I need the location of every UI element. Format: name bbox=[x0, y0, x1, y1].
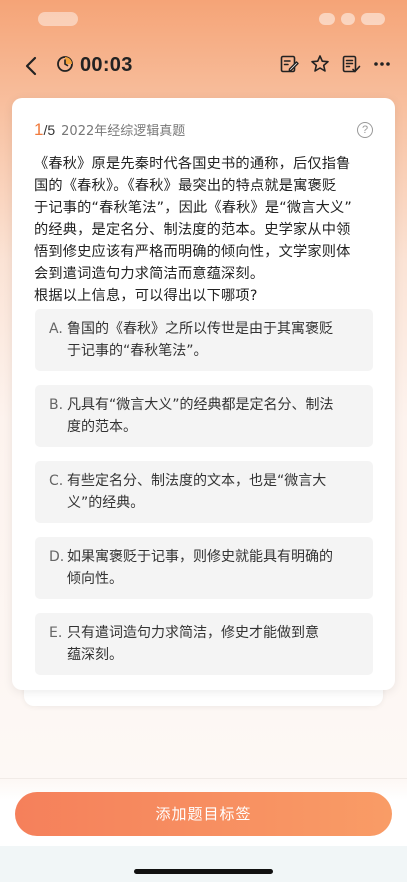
stem-line: 于记事的“春秋笔法”，因此《春秋》是“微言大义” bbox=[34, 200, 352, 216]
option-line: 如果寓褒贬于记事，则修史就能具有明确的 bbox=[67, 549, 333, 565]
option-letter: E. bbox=[49, 625, 63, 641]
wifi-icon bbox=[341, 13, 355, 25]
option-e[interactable]: E. 只有遣词造句力求简洁，修史才能做到意 蕴深刻。 bbox=[35, 613, 373, 675]
timer-text: 00:03 bbox=[80, 54, 133, 76]
option-line: 有些定名分、制法度的文本，也是“微言大 bbox=[67, 473, 327, 489]
question-header: 1 /5 2022年经综逻辑真题 bbox=[34, 120, 185, 140]
status-bar bbox=[0, 0, 407, 44]
status-icons bbox=[319, 13, 385, 25]
add-question-tag-button[interactable]: 添加题目标签 bbox=[15, 792, 392, 836]
option-d[interactable]: D. 如果寓褒贬于记事，则修史就能具有明确的 倾向性。 bbox=[35, 537, 373, 599]
question-stem: 《春秋》原是先秦时代各国史书的通称，后仅指鲁 国的《春秋》。《春秋》最突出的特点… bbox=[34, 153, 378, 307]
stem-line: 国的《春秋》。《春秋》最突出的特点就是寓褒贬 bbox=[34, 178, 337, 194]
status-time-blurred bbox=[38, 12, 78, 26]
option-letter: A. bbox=[49, 321, 63, 337]
question-index: 1 bbox=[34, 120, 44, 139]
timer: 00:03 bbox=[56, 54, 133, 77]
option-line: 只有遣词造句力求简洁，修史才能做到意 bbox=[67, 625, 319, 641]
question-source: 2022年经综逻辑真题 bbox=[61, 124, 186, 139]
stem-line: 《春秋》原是先秦时代各国史书的通称，后仅指鲁 bbox=[34, 156, 351, 172]
back-chevron-icon[interactable] bbox=[18, 52, 46, 80]
option-line: 倾向性。 bbox=[67, 571, 123, 587]
bottom-safe-area bbox=[0, 846, 407, 882]
home-indicator bbox=[134, 869, 273, 874]
signal-icon bbox=[319, 13, 335, 25]
option-line: 于记事的“春秋笔法”。 bbox=[67, 343, 208, 359]
option-line: 蕴深刻。 bbox=[67, 647, 123, 663]
stem-line: 会到遣词造句力求简洁而意蕴深刻。 bbox=[34, 266, 265, 282]
nav-actions bbox=[278, 53, 393, 75]
stem-line: 根据以上信息，可以得出以下哪项? bbox=[34, 288, 258, 304]
option-line: 凡具有“微言大义”的经典都是定名分、制法 bbox=[67, 397, 334, 413]
option-letter: B. bbox=[49, 397, 64, 413]
timer-clock-icon bbox=[56, 55, 74, 77]
option-text: 只有遣词造句力求简洁，修史才能做到意 蕴深刻。 bbox=[67, 622, 357, 675]
option-a[interactable]: A. 鲁国的《春秋》之所以传世是由于其寓褒贬 于记事的“春秋笔法”。 bbox=[35, 309, 373, 371]
option-c[interactable]: C. 有些定名分、制法度的文本，也是“微言大 义”的经典。 bbox=[35, 461, 373, 523]
more-icon[interactable] bbox=[371, 53, 393, 75]
option-text: 有些定名分、制法度的文本，也是“微言大 义”的经典。 bbox=[67, 470, 357, 523]
option-line: 鲁国的《春秋》之所以传世是由于其寓褒贬 bbox=[67, 321, 333, 337]
option-text: 鲁国的《春秋》之所以传世是由于其寓褒贬 于记事的“春秋笔法”。 bbox=[67, 318, 357, 371]
help-icon[interactable]: ? bbox=[357, 122, 373, 138]
top-nav: 00:03 bbox=[0, 44, 407, 90]
edit-note-icon[interactable] bbox=[278, 53, 300, 75]
option-b[interactable]: B. 凡具有“微言大义”的经典都是定名分、制法 度的范本。 bbox=[35, 385, 373, 447]
footer-divider bbox=[0, 778, 407, 779]
option-text: 凡具有“微言大义”的经典都是定名分、制法 度的范本。 bbox=[67, 394, 357, 447]
stem-line: 的经典，是定名分、制法度的范本。史学家从中领 bbox=[34, 222, 351, 238]
option-letter: C. bbox=[49, 473, 64, 489]
options-list: A. 鲁国的《春秋》之所以传世是由于其寓褒贬 于记事的“春秋笔法”。 B. 凡具… bbox=[35, 309, 373, 689]
answer-sheet-icon[interactable] bbox=[340, 53, 362, 75]
stem-line: 悟到修史应该有严格而明确的倾向性，文学家则体 bbox=[34, 244, 351, 260]
option-line: 度的范本。 bbox=[67, 419, 137, 435]
option-text: 如果寓褒贬于记事，则修史就能具有明确的 倾向性。 bbox=[67, 546, 357, 599]
battery-icon bbox=[361, 13, 385, 25]
option-letter: D. bbox=[49, 549, 65, 565]
question-card: 1 /5 2022年经综逻辑真题 ? 《春秋》原是先秦时代各国史书的通称，后仅指… bbox=[12, 98, 395, 690]
question-total: /5 bbox=[43, 122, 56, 138]
star-icon[interactable] bbox=[309, 53, 331, 75]
option-line: 义”的经典。 bbox=[67, 495, 145, 511]
